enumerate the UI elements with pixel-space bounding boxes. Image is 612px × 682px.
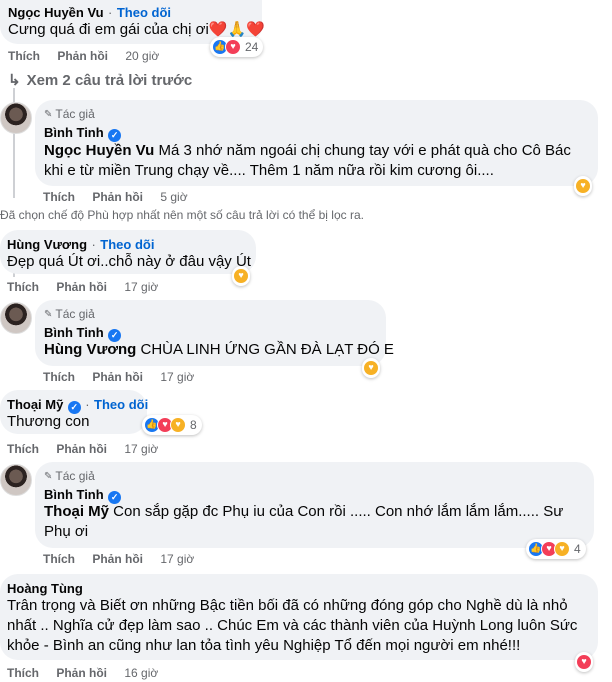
reply-button[interactable]: Phản hồi <box>92 190 143 204</box>
comment-bubble: Hoàng Tùng Trân trọng và Biết ơn những B… <box>0 574 598 660</box>
comment-bubble: Hùng Vương · Theo dõi Đẹp quá Út ơi..chỗ… <box>0 230 256 274</box>
author-tag-label: Tác giả <box>55 307 95 321</box>
care-reaction-icon: ♥ <box>170 417 186 433</box>
reply-button[interactable]: Phản hồi <box>56 280 107 294</box>
care-reaction-icon: ♥ <box>363 360 379 376</box>
avatar[interactable] <box>0 464 32 496</box>
reaction-summary[interactable]: ♥ <box>575 652 593 672</box>
comment-time[interactable]: 20 giờ <box>125 49 159 63</box>
commenter-name[interactable]: Hoàng Tùng <box>7 581 83 596</box>
comment-actions: Thích Phản hồi 17 giờ <box>7 442 172 456</box>
reply-button[interactable]: Phản hồi <box>92 552 143 566</box>
reply-arrow-icon: ↳ <box>8 72 21 89</box>
reaction-summary[interactable]: ♥ <box>362 358 380 378</box>
comment-time[interactable]: 17 giờ <box>124 442 158 456</box>
reaction-count: 8 <box>190 418 197 432</box>
separator-dot: · <box>85 397 90 412</box>
reaction-count: 4 <box>574 542 581 556</box>
filter-notice: Đã chọn chế độ Phù hợp nhất nên một số c… <box>0 208 364 222</box>
reply-button[interactable]: Phản hồi <box>56 442 107 456</box>
author-tag-label: Tác giả <box>55 107 95 121</box>
follow-button[interactable]: Theo dõi <box>100 237 154 252</box>
comment-text: Đẹp quá Út ơi..chỗ này ở đâu vậy Út <box>7 253 251 270</box>
avatar[interactable] <box>0 102 32 134</box>
comment-actions: Thích Phản hồi 16 giờ <box>7 666 172 680</box>
like-button[interactable]: Thích <box>43 190 75 204</box>
comment-time[interactable]: 17 giờ <box>160 370 194 384</box>
separator-dot: · <box>91 237 96 252</box>
commenter-name[interactable]: Hùng Vương <box>7 237 87 252</box>
care-reaction-icon: ♥ <box>233 268 249 284</box>
comment-actions: Thích Phản hồi 17 giờ <box>43 552 208 566</box>
reply-bubble: ✎ Tác giả Bình Tinh ✓ Thoại Mỹ Con sắp g… <box>35 462 594 548</box>
comment-body: Con sắp gặp đc Phụ iu của Con rồi ..... … <box>44 503 564 540</box>
mention-link[interactable]: Thoại Mỹ <box>44 503 109 520</box>
reply-bubble: ✎ Tác giả Bình Tinh ✓ Ngọc Huyền Vu Má 3… <box>35 100 598 186</box>
comment-bubble: Thoại Mỹ ✓ · Theo dõi Thương con <box>0 390 148 434</box>
like-button[interactable]: Thích <box>43 552 75 566</box>
commenter-name[interactable]: Ngọc Huyền Vu <box>8 5 104 20</box>
pen-icon: ✎ <box>44 470 53 482</box>
like-button[interactable]: Thích <box>7 442 39 456</box>
see-previous-replies-label: Xem 2 câu trả lời trước <box>26 71 193 89</box>
author-tag-label: Tác giả <box>55 469 95 483</box>
comment-actions: Thích Phản hồi 5 giờ <box>43 190 202 204</box>
comment-text: Trân trọng và Biết ơn những Bậc tiền bối… <box>7 597 578 654</box>
commenter-name[interactable]: Bình Tinh <box>44 125 104 140</box>
separator-dot: · <box>108 5 113 20</box>
like-button[interactable]: Thích <box>7 666 39 680</box>
reply-button[interactable]: Phản hồi <box>56 666 107 680</box>
pen-icon: ✎ <box>44 308 53 320</box>
like-button[interactable]: Thích <box>43 370 75 384</box>
like-button[interactable]: Thích <box>8 49 40 63</box>
comment-time[interactable]: 17 giờ <box>160 552 194 566</box>
see-previous-replies[interactable]: ↳ Xem 2 câu trả lời trước <box>8 71 193 90</box>
comment-time[interactable]: 5 giờ <box>160 190 187 204</box>
comment-text: Thương con <box>7 413 90 430</box>
comment-actions: Thích Phản hồi 17 giờ <box>7 280 172 294</box>
comment-text: Hùng Vương CHÙA LINH ỨNG GẦN ĐÀ LẠT ĐÓ E <box>44 340 394 360</box>
comment-time[interactable]: 17 giờ <box>124 280 158 294</box>
comment-text: Thoại Mỹ Con sắp gặp đc Phụ iu của Con r… <box>44 502 579 542</box>
comment-actions: Thích Phản hồi 20 giờ <box>8 49 173 63</box>
comment-time[interactable]: 16 giờ <box>124 666 158 680</box>
like-button[interactable]: Thích <box>7 280 39 294</box>
reaction-summary[interactable]: 👍 ♥ ♥ 4 <box>526 539 586 559</box>
care-reaction-icon: ♥ <box>575 178 591 194</box>
love-reaction-icon: ♥ <box>576 654 592 670</box>
author-badge: ✎ Tác giả <box>44 107 95 121</box>
reaction-count: 24 <box>245 40 259 54</box>
reaction-summary[interactable]: 👍 ♥ 24 <box>210 37 264 57</box>
reply-button[interactable]: Phản hồi <box>57 49 108 63</box>
comment-text: Ngọc Huyền Vu Má 3 nhớ năm ngoái chị chu… <box>44 141 584 181</box>
reply-bubble: ✎ Tác giả Bình Tinh ✓ Hùng Vương CHÙA LI… <box>35 300 394 366</box>
reaction-summary[interactable]: ♥ <box>574 176 592 196</box>
comment-actions: Thích Phản hồi 17 giờ <box>43 370 208 384</box>
commenter-name[interactable]: Bình Tinh <box>44 487 104 502</box>
reaction-summary[interactable]: 👍 ♥ ♥ 8 <box>142 415 202 435</box>
commenter-name[interactable]: Bình Tinh <box>44 325 104 340</box>
comment-body: CHÙA LINH ỨNG GẦN ĐÀ LẠT ĐÓ E <box>136 341 394 358</box>
avatar[interactable] <box>0 302 32 334</box>
follow-button[interactable]: Theo dõi <box>94 397 148 412</box>
author-badge: ✎ Tác giả <box>44 469 95 483</box>
reaction-summary[interactable]: ♥ <box>232 266 250 286</box>
mention-link[interactable]: Ngọc Huyền Vu <box>44 142 154 159</box>
reply-button[interactable]: Phản hồi <box>92 370 143 384</box>
care-reaction-icon: ♥ <box>554 541 570 557</box>
follow-button[interactable]: Theo dõi <box>117 5 171 20</box>
pen-icon: ✎ <box>44 108 53 120</box>
love-reaction-icon: ♥ <box>225 39 241 55</box>
mention-link[interactable]: Hùng Vương <box>44 341 136 358</box>
author-badge: ✎ Tác giả <box>44 307 95 321</box>
commenter-name[interactable]: Thoại Mỹ <box>7 397 63 412</box>
